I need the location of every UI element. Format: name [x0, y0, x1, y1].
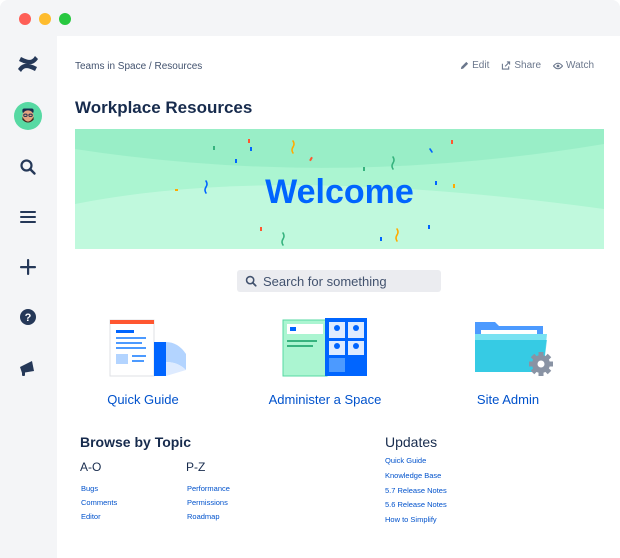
app-window: ? Teams in Space / Resources Edit Share …: [0, 0, 620, 558]
topic-link-roadmap[interactable]: Roadmap: [187, 510, 230, 524]
update-link[interactable]: Quick Guide: [385, 454, 447, 469]
welcome-heading: Welcome: [265, 173, 414, 211]
avatar[interactable]: [14, 102, 42, 130]
update-link[interactable]: 5.7 Release Notes: [385, 484, 447, 499]
megaphone-icon[interactable]: [14, 354, 42, 382]
updates-list: Quick Guide Knowledge Base 5.7 Release N…: [385, 454, 447, 528]
menu-icon[interactable]: [14, 203, 42, 231]
share-label: Share: [514, 60, 542, 71]
board-illustration: [250, 318, 400, 380]
browse-by-topic-heading: Browse by Topic: [80, 434, 191, 450]
plus-icon[interactable]: [14, 253, 42, 281]
maximize-window-button[interactable]: [59, 13, 71, 25]
confluence-logo-icon[interactable]: [14, 50, 42, 78]
eye-icon: [553, 62, 564, 69]
breadcrumb[interactable]: Teams in Space / Resources: [75, 61, 202, 72]
topic-link-editor[interactable]: Editor: [81, 510, 117, 524]
administer-space-label[interactable]: Administer a Space: [250, 392, 400, 407]
update-link[interactable]: How to Simplify: [385, 513, 447, 528]
global-sidebar: ?: [0, 36, 56, 558]
site-admin-label[interactable]: Site Admin: [433, 392, 583, 407]
share-button[interactable]: Share: [501, 60, 541, 71]
edit-label: Edit: [472, 60, 490, 71]
topic-column-p-z-title: P-Z: [186, 460, 206, 474]
svg-text:?: ?: [25, 312, 32, 324]
help-icon[interactable]: ?: [14, 303, 42, 331]
watch-button[interactable]: Watch: [553, 60, 594, 71]
administer-space-card[interactable]: Administer a Space: [250, 318, 400, 407]
update-link[interactable]: Knowledge Base: [385, 469, 447, 484]
topic-link-permissions[interactable]: Permissions: [187, 496, 230, 510]
search-icon[interactable]: [14, 153, 42, 181]
quick-guide-card[interactable]: Quick Guide: [68, 318, 218, 407]
site-admin-card[interactable]: Site Admin: [433, 318, 583, 407]
search-input[interactable]: [263, 273, 433, 289]
title-bar: [0, 0, 620, 36]
topic-link-bugs[interactable]: Bugs: [81, 482, 117, 496]
search-icon: [245, 275, 257, 287]
main-content: Teams in Space / Resources Edit Share Wa…: [57, 36, 620, 558]
updates-heading: Updates: [385, 434, 438, 450]
search-bar[interactable]: [237, 270, 441, 292]
topic-list-p-z: Performance Permissions Roadmap: [187, 482, 230, 524]
edit-button[interactable]: Edit: [460, 60, 489, 71]
quick-guide-label[interactable]: Quick Guide: [68, 392, 218, 407]
pencil-icon: [461, 61, 469, 70]
update-link[interactable]: 5.6 Release Notes: [385, 498, 447, 513]
document-illustration: [68, 318, 218, 380]
topic-link-comments[interactable]: Comments: [81, 496, 117, 510]
minimize-window-button[interactable]: [39, 13, 51, 25]
topic-list-a-o: Bugs Comments Editor: [81, 482, 117, 524]
welcome-banner: Welcome: [75, 129, 604, 249]
page-actions: Edit Share Watch: [460, 60, 594, 71]
topic-column-a-o-title: A-O: [80, 460, 102, 474]
close-window-button[interactable]: [19, 13, 31, 25]
watch-label: Watch: [566, 60, 594, 71]
page-title: Workplace Resources: [75, 98, 253, 117]
topic-link-performance[interactable]: Performance: [187, 482, 230, 496]
folder-gear-illustration: [433, 318, 583, 380]
share-icon: [502, 61, 511, 70]
